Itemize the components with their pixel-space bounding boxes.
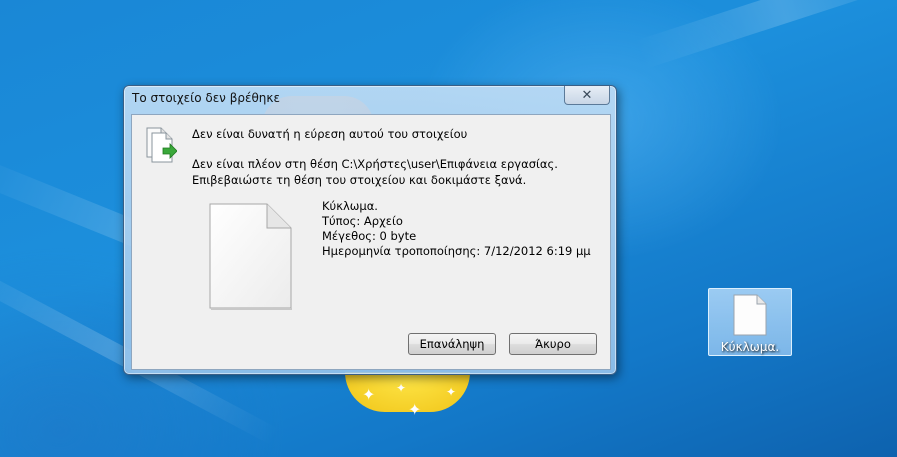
sparkle-icon: ✦ [446, 385, 457, 399]
close-button[interactable]: ✕ [564, 86, 610, 105]
dialog-content: Δεν είναι δυνατή η εύρεση αυτού του στοι… [131, 114, 611, 370]
dialog-heading: Δεν είναι δυνατή η εύρεση αυτού του στοι… [192, 127, 468, 141]
file-modified-date: Ημερομηνία τροποποίησης: 7/12/2012 6:19 … [322, 244, 591, 258]
desktop-file-icon[interactable]: Κύκλωμα. [708, 288, 792, 356]
large-file-icon [209, 203, 292, 310]
close-icon: ✕ [581, 87, 593, 103]
sparkle-icon: ✦ [408, 400, 422, 419]
sparkle-icon: ✦ [362, 385, 376, 404]
file-icon [733, 294, 767, 336]
confirm-message: Επιβεβαιώστε τη θέση του στοιχείου και δ… [192, 173, 527, 187]
wallpaper-streak [635, 0, 897, 70]
file-size: Μέγεθος: 0 byte [322, 229, 417, 243]
retry-button[interactable]: Επανάληψη [408, 333, 496, 355]
dialog-title: Το στοιχείο δεν βρέθηκε [132, 91, 280, 105]
file-name: Κύκλωμα. [322, 199, 378, 213]
desktop-file-label: Κύκλωμα. [720, 340, 780, 354]
cancel-button[interactable]: Άκυρο [509, 333, 597, 355]
file-type: Τύπος: Αρχείο [322, 214, 403, 228]
sparkle-icon: ✦ [396, 381, 407, 395]
location-message: Δεν είναι πλέον στη θέση C:\Χρήστες\user… [192, 157, 558, 171]
item-not-found-dialog: Το στοιχείο δεν βρέθηκε ✕ Δεν είναι δυνα… [123, 85, 617, 375]
file-move-icon [146, 127, 177, 163]
